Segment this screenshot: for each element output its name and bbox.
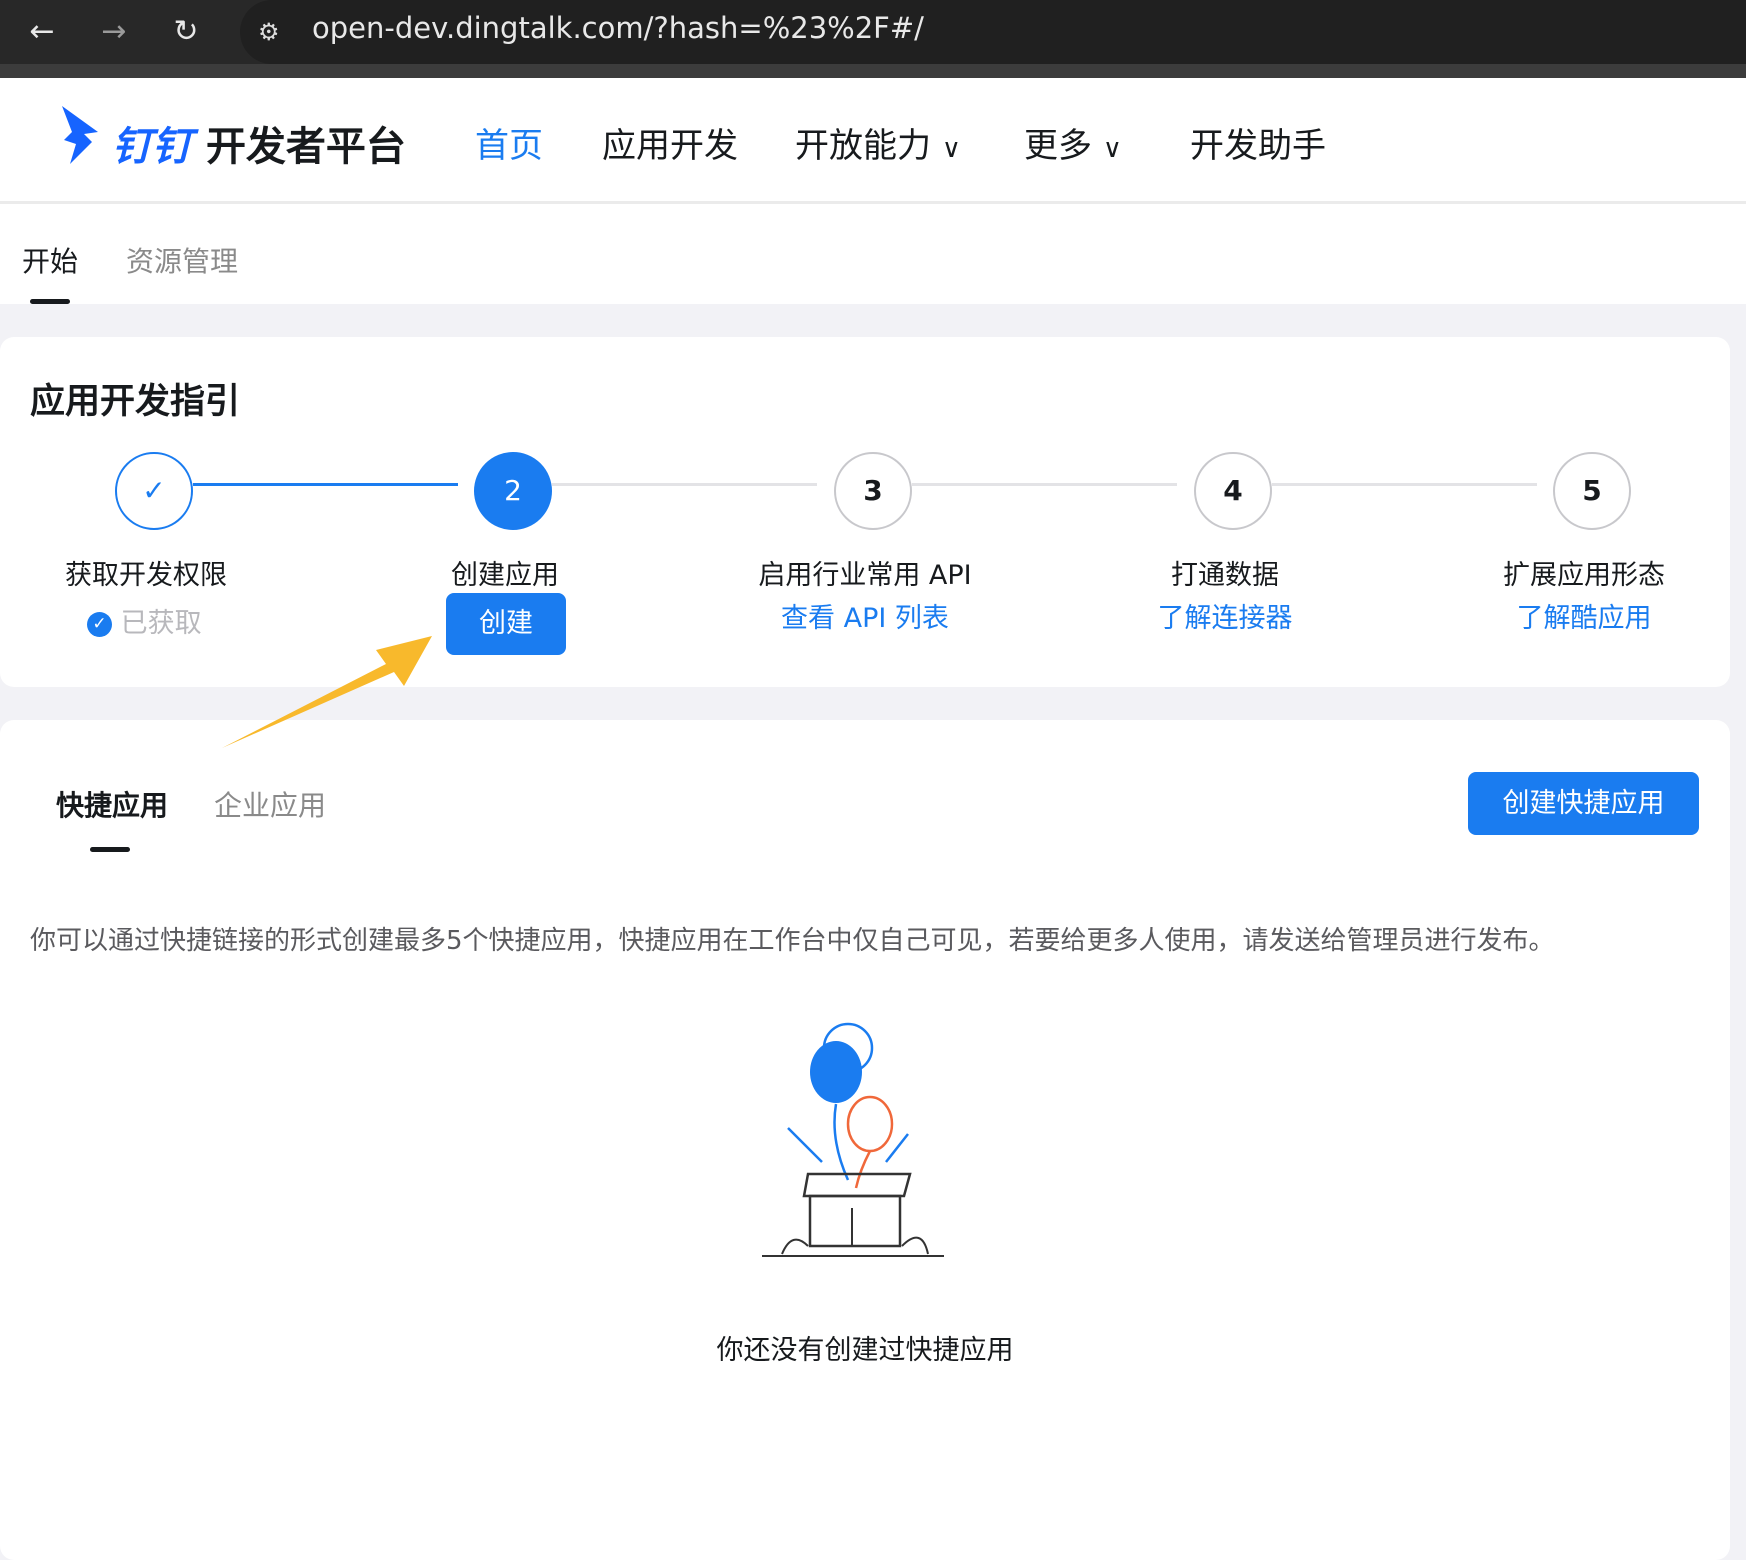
step-connector xyxy=(1272,483,1537,486)
step-connector-done xyxy=(193,483,458,486)
site-settings-icon[interactable]: ⚙ xyxy=(258,14,294,50)
view-api-list-link[interactable]: 查看 API 列表 xyxy=(715,596,1015,635)
check-circle-icon: ✓ xyxy=(87,612,112,637)
chevron-down-icon: ∨ xyxy=(1102,134,1122,164)
step-connector xyxy=(912,483,1177,486)
step-2-label: 创建应用 xyxy=(451,560,559,591)
step-5-circle: 5 xyxy=(1553,452,1631,530)
reload-icon[interactable]: ↻ xyxy=(168,14,204,50)
tab-resource-management[interactable]: 资源管理 xyxy=(126,240,238,280)
active-tab-indicator xyxy=(30,299,70,304)
learn-cool-app-link[interactable]: 了解酷应用 xyxy=(1434,596,1734,635)
empty-state-illustration xyxy=(762,1022,944,1257)
nav-app-dev[interactable]: 应用开发 xyxy=(602,118,738,167)
back-icon[interactable]: ← xyxy=(24,14,60,50)
learn-connector-link[interactable]: 了解连接器 xyxy=(1075,596,1375,635)
forward-icon[interactable]: → xyxy=(96,14,132,50)
browser-toolbar: ← → ↻ ⚙ open-dev.dingtalk.com/?hash=%23%… xyxy=(0,0,1746,78)
step-3-circle: 3 xyxy=(834,452,912,530)
nav-more[interactable]: 更多 ∨ xyxy=(1024,118,1122,167)
nav-open-capabilities[interactable]: 开放能力 ∨ xyxy=(795,118,961,167)
dingtalk-logo-icon[interactable] xyxy=(58,102,108,166)
step-4-circle: 4 xyxy=(1194,452,1272,530)
step-4-label: 打通数据 xyxy=(1171,560,1279,591)
step-connector xyxy=(552,483,817,486)
active-tab-indicator xyxy=(90,847,130,852)
step-1-check-icon: ✓ xyxy=(115,452,193,530)
step-3-label: 启用行业常用 API xyxy=(758,560,972,591)
step-1-status: ✓ 已获取 xyxy=(87,601,202,640)
guide-title: 应用开发指引 xyxy=(30,382,241,422)
create-quick-app-button[interactable]: 创建快捷应用 xyxy=(1468,772,1699,835)
annotation-arrow-icon xyxy=(222,636,432,748)
nav-home[interactable]: 首页 xyxy=(475,118,543,167)
tab-quick-apps[interactable]: 快捷应用 xyxy=(56,784,168,824)
step-1-label: 获取开发权限 xyxy=(65,560,227,591)
tab-enterprise-apps[interactable]: 企业应用 xyxy=(214,784,326,824)
logo-text[interactable]: 钉钉 开发者平台 xyxy=(112,114,406,172)
nav-dev-assistant[interactable]: 开发助手 xyxy=(1190,118,1326,167)
top-nav: 钉钉 开发者平台 首页 应用开发 开放能力 ∨ 更多 ∨ 开发助手 xyxy=(0,78,1746,204)
chevron-down-icon: ∨ xyxy=(941,134,961,164)
tab-start[interactable]: 开始 xyxy=(22,240,78,280)
quick-app-description: 你可以通过快捷链接的形式创建最多5个快捷应用，快捷应用在工作台中仅自己可见，若要… xyxy=(30,926,1555,956)
empty-state-text: 你还没有创建过快捷应用 xyxy=(716,1335,1014,1366)
create-app-button[interactable]: 创建 xyxy=(446,593,566,655)
sub-tabs: 开始 资源管理 xyxy=(0,204,1746,304)
step-2-circle: 2 xyxy=(474,452,552,530)
step-5-label: 扩展应用形态 xyxy=(1503,560,1665,591)
url-text[interactable]: open-dev.dingtalk.com/?hash=%23%2F#/ xyxy=(312,11,924,45)
